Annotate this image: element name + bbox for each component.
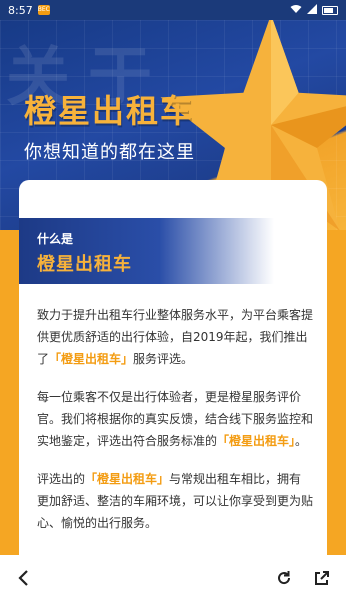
page-subtitle: 你想知道的都在这里 (24, 142, 195, 163)
battery-icon (322, 5, 338, 15)
paragraph-text: 评选出的 (37, 472, 86, 486)
card-body: 致力于提升出租车行业整体服务水平，为平台乘客提供更优质舒适的出行体验，自2019… (37, 304, 313, 550)
highlight-text: 「橙星出租车」 (217, 434, 296, 448)
highlight-text: 「橙星出租车」 (85, 472, 170, 486)
status-time: 8:57 (8, 3, 33, 17)
paragraph: 每一位乘客不仅是出行体验者，更是橙星服务评价官。我们将根据你的真实反馈，结合线下… (37, 386, 313, 452)
paragraph: 致力于提升出租车行业整体服务水平，为平台乘客提供更优质舒适的出行体验，自2019… (37, 304, 313, 370)
paragraph-text: 。 (295, 434, 308, 448)
content-card: 什么是 橙星出租车 致力于提升出租车行业整体服务水平，为平台乘客提供更优质舒适的… (19, 180, 327, 580)
share-button[interactable] (312, 568, 332, 588)
paragraph-text: 服务评选。 (133, 352, 194, 366)
page-title: 橙星出租车 (24, 92, 195, 130)
back-button[interactable] (14, 568, 34, 588)
status-bar: 8:57 BEC (0, 0, 346, 20)
system-nav-bar (0, 601, 346, 612)
signal-icon (307, 3, 317, 17)
refresh-button[interactable] (274, 568, 294, 588)
refresh-icon (278, 571, 291, 585)
section-heading: 橙星出租车 (37, 254, 132, 275)
highlight-text: 「橙星出租车」 (49, 352, 134, 366)
browser-toolbar (0, 555, 346, 601)
share-icon (315, 571, 329, 585)
paragraph: 评选出的「橙星出租车」与常规出租车相比，拥有更加舒适、整洁的车厢环境，可以让你享… (37, 468, 313, 534)
section-banner: 什么是 橙星出租车 (19, 218, 274, 284)
chevron-left-icon (18, 570, 28, 586)
app-notification-icon: BEC (37, 5, 50, 15)
wifi-icon (290, 4, 302, 17)
section-kicker: 什么是 (37, 232, 74, 246)
